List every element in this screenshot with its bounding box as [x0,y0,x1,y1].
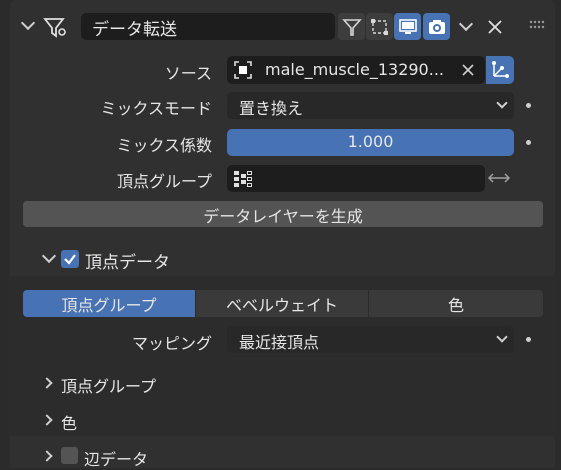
keyframe-dot[interactable] [526,140,531,145]
vertex-data-chevron-icon[interactable] [41,248,57,264]
tab-vertex-group[interactable]: 頂点グループ [23,290,195,317]
drag-handle-icon[interactable] [529,20,545,30]
mix-mode-dropdown[interactable]: 置き換え [227,92,514,119]
editmode-icon [370,18,388,35]
edge-data-checkbox[interactable] [61,447,78,464]
keyframe-dot[interactable] [526,103,531,108]
axes-icon [492,61,509,78]
vertex-group-icon [234,171,252,187]
object-icon [234,61,252,79]
generate-data-layers-button[interactable]: データレイヤーを生成 [23,201,543,227]
vertex-data-label: 頂点データ [85,253,170,273]
mix-mode-label: ミックスモード [100,99,212,118]
generate-button-label: データレイヤーを生成 [203,207,363,226]
invert-arrows-icon[interactable] [487,171,511,185]
modifier-name-field[interactable]: データ転送 [81,13,335,40]
subpanel-color[interactable]: 色 [61,410,77,434]
vertex-group-field[interactable] [227,165,485,192]
toggle-editmode-button[interactable] [366,13,393,40]
source-object-field[interactable]: male_muscle_13290... [227,56,485,84]
modifier-panel: データ転送 ソース male_muscle_13290... ミックスモード 置… [10,0,555,469]
toggle-on-cage-button[interactable] [338,13,365,40]
tab-label: ベベルウェイト [225,295,338,315]
keyframe-dot[interactable] [526,337,531,342]
subpanel-vertex-group[interactable]: 頂点グループ [61,373,156,397]
toggle-render-button[interactable] [423,13,450,40]
mix-factor-slider[interactable]: 1.000 [227,129,514,156]
vertex-data-checkbox[interactable] [61,250,79,268]
tab-label: 頂点グループ [61,295,157,315]
data-transfer-icon [43,18,66,38]
checkmark-icon [64,254,76,265]
edge-data-label: 辺データ [84,450,149,469]
chevron-down-icon [496,331,508,343]
close-icon[interactable] [488,20,502,34]
tab-color[interactable]: 色 [369,290,543,317]
filter-icon [341,18,362,36]
mix-mode-value: 置き換え [239,99,304,118]
object-transform-toggle[interactable] [486,56,514,84]
chevron-down-icon [496,97,508,109]
modifier-name-text: データ転送 [92,20,177,40]
mapping-label: マッピング [131,334,212,353]
tab-label: 色 [447,295,464,315]
tab-bevel-weight[interactable]: ベベルウェイト [196,290,368,317]
source-label: ソース [164,64,212,83]
collapse-chevron-icon[interactable] [20,15,36,31]
toggle-viewport-button[interactable] [394,13,421,40]
mapping-value: 最近接頂点 [239,333,320,352]
source-object-name: male_muscle_13290... [265,60,444,79]
monitor-icon [398,18,417,34]
mix-factor-value: 1.000 [347,132,394,151]
vertex-group-label: 頂点グループ [116,172,212,191]
dropdown-icon[interactable] [458,16,474,32]
clear-icon[interactable] [462,64,474,76]
camera-icon [428,19,445,34]
mapping-dropdown[interactable]: 最近接頂点 [227,326,514,353]
mix-factor-label: ミックス係数 [116,136,212,155]
